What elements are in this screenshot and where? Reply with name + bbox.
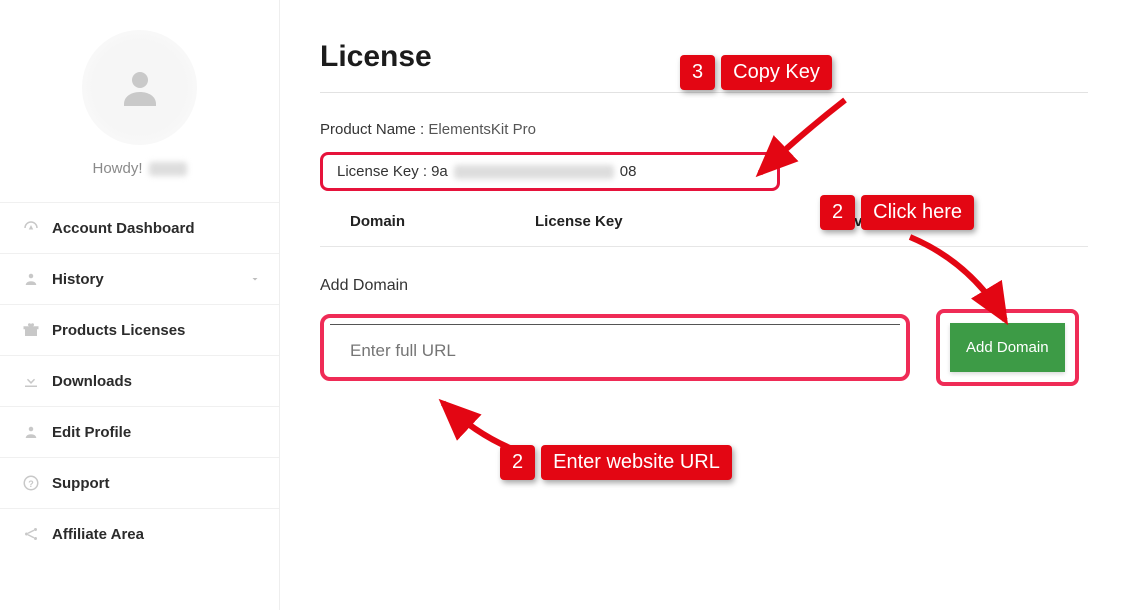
annotation-number: 2 [820, 195, 855, 230]
greeting-text: Howdy! [92, 160, 142, 177]
profile-block: Howdy! [0, 20, 279, 202]
sidebar-item-label: Account Dashboard [52, 220, 195, 237]
sidebar-item-history[interactable]: History [0, 253, 279, 304]
sidebar: Howdy! Account Dashboard History Product… [0, 0, 280, 610]
sidebar-item-downloads[interactable]: Downloads [0, 355, 279, 406]
avatar-icon [116, 64, 164, 112]
annotation-number: 3 [680, 55, 715, 90]
url-input-highlight [320, 314, 910, 381]
svg-text:?: ? [28, 479, 34, 489]
user-icon [22, 270, 40, 288]
add-domain-heading: Add Domain [320, 277, 1088, 295]
person-icon [22, 423, 40, 441]
sidebar-item-label: Downloads [52, 373, 132, 390]
sidebar-item-edit-profile[interactable]: Edit Profile [0, 406, 279, 457]
main-content: License Product Name : ElementsKit Pro L… [280, 0, 1128, 610]
sidebar-nav: Account Dashboard History Products Licen… [0, 202, 279, 559]
sidebar-item-label: Affiliate Area [52, 526, 144, 543]
annotation-enter-url: 2 Enter website URL [500, 445, 732, 480]
column-domain: Domain [350, 213, 535, 230]
annotation-number: 2 [500, 445, 535, 480]
username-redacted [149, 162, 187, 176]
add-button-highlight: Add Domain [936, 309, 1079, 386]
sidebar-item-label: Products Licenses [52, 322, 185, 339]
license-key-prefix: 9a [431, 163, 448, 180]
annotation-label: Enter website URL [541, 445, 732, 480]
sidebar-item-support[interactable]: ? Support [0, 457, 279, 508]
product-name-row: Product Name : ElementsKit Pro [320, 121, 1088, 138]
sidebar-item-label: Edit Profile [52, 424, 131, 441]
sidebar-item-label: History [52, 271, 104, 288]
annotation-click-here: 2 Click here [820, 195, 974, 230]
annotation-copy-key: 3 Copy Key [680, 55, 832, 90]
avatar [82, 30, 197, 145]
annotation-label: Click here [861, 195, 974, 230]
column-license-key: License Key [535, 213, 835, 230]
license-key-label: License Key : [337, 163, 427, 180]
sidebar-item-affiliate-area[interactable]: Affiliate Area [0, 508, 279, 559]
license-key-redacted [454, 165, 614, 179]
domain-url-input[interactable] [330, 324, 900, 371]
product-name-label: Product Name : [320, 121, 424, 138]
sidebar-item-products-licenses[interactable]: Products Licenses [0, 304, 279, 355]
product-name-value: ElementsKit Pro [428, 121, 536, 138]
help-icon: ? [22, 474, 40, 492]
license-key-suffix: 08 [620, 163, 637, 180]
sidebar-item-account-dashboard[interactable]: Account Dashboard [0, 202, 279, 253]
sidebar-item-label: Support [52, 475, 110, 492]
gift-icon [22, 321, 40, 339]
annotation-label: Copy Key [721, 55, 832, 90]
share-icon [22, 525, 40, 543]
license-key-box[interactable]: License Key : 9a 08 [320, 152, 780, 191]
add-domain-button[interactable]: Add Domain [950, 323, 1065, 372]
download-icon [22, 372, 40, 390]
chevron-down-icon [249, 273, 261, 285]
gauge-icon [22, 219, 40, 237]
